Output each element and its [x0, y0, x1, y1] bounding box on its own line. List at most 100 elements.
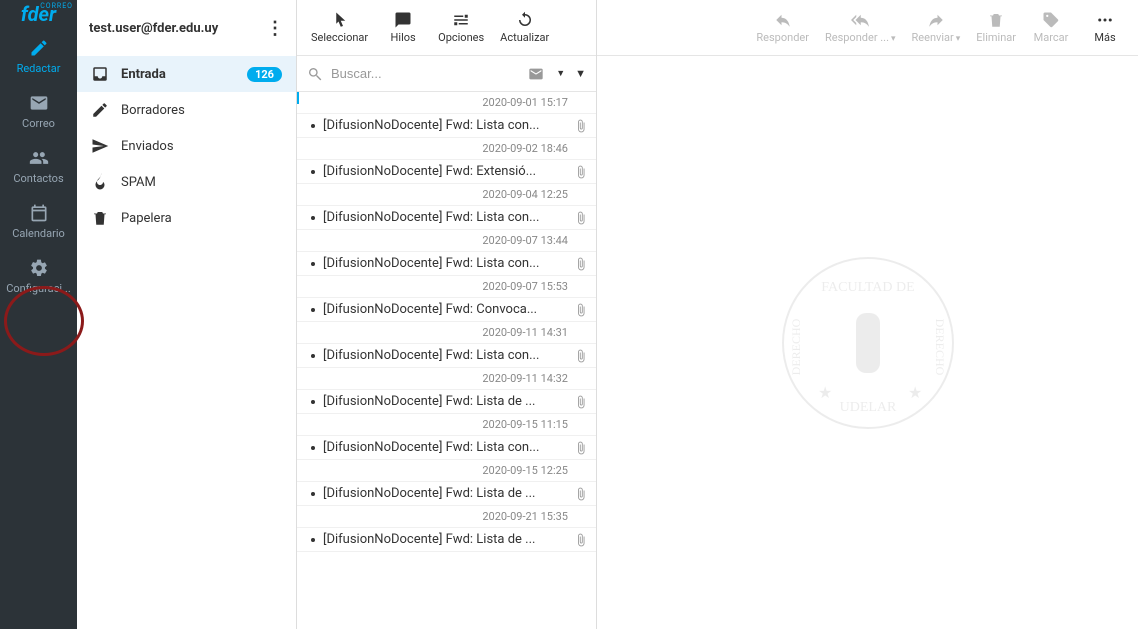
folder-trash[interactable]: Papelera: [77, 200, 296, 236]
tb-label: Responder ...: [825, 31, 889, 44]
message-row[interactable]: [DifusionNoDocente] Fwd: Convoca...: [297, 298, 596, 322]
sliders-icon: [452, 11, 470, 29]
attachment-icon: [574, 119, 588, 133]
message-row[interactable]: [DifusionNoDocente] Fwd: Lista de ...: [297, 390, 596, 414]
app-logo: fder CORREO: [0, 0, 77, 28]
folder-drafts[interactable]: Borradores: [77, 92, 296, 128]
reply-all-button[interactable]: Responder ...▾: [817, 7, 904, 48]
nav-mail[interactable]: Correo: [0, 83, 77, 138]
message-subject: [DifusionNoDocente] Fwd: Lista de ...: [323, 532, 568, 547]
attachment-icon: [574, 441, 588, 455]
message-row[interactable]: [DifusionNoDocente] Fwd: Lista con...: [297, 344, 596, 368]
mail-icon: [29, 93, 49, 113]
nav-compose[interactable]: Redactar: [0, 28, 77, 83]
mark-button[interactable]: Marcar: [1024, 7, 1078, 48]
nav-contacts[interactable]: Contactos: [0, 138, 77, 193]
folder-inbox[interactable]: Entrada 126: [77, 56, 296, 92]
unread-dot: [311, 538, 315, 542]
threads-button[interactable]: Hilos: [376, 7, 430, 48]
message-date: 2020-09-04 12:25: [297, 184, 596, 206]
svg-text:FACULTAD DE: FACULTAD DE: [821, 280, 914, 295]
fire-icon: [91, 173, 109, 191]
envelope-icon[interactable]: [528, 66, 544, 82]
folder-sent[interactable]: Enviados: [77, 128, 296, 164]
message-row[interactable]: [DifusionNoDocente] Fwd: Lista con...: [297, 252, 596, 276]
watermark-logo: FACULTAD DE UDELAR DERECHO DERECHO ★ ★: [768, 243, 968, 443]
compose-icon: [29, 38, 49, 58]
forward-icon: [927, 11, 945, 29]
reply-button[interactable]: Responder: [748, 7, 817, 48]
folders-panel: test.user@fder.edu.uy ⋮ Entrada 126 Borr…: [77, 0, 297, 629]
message-subject: [DifusionNoDocente] Fwd: Extensió...: [323, 164, 568, 179]
contacts-icon: [29, 148, 49, 168]
nav-settings[interactable]: Configuraci...: [0, 248, 77, 303]
options-button[interactable]: Opciones: [430, 7, 492, 48]
message-row[interactable]: [DifusionNoDocente] Fwd: Lista con...: [297, 206, 596, 230]
chevron-down-icon[interactable]: ▼: [556, 68, 565, 79]
folder-label: Entrada: [121, 67, 166, 82]
pencil-icon: [91, 101, 109, 119]
message-row[interactable]: [DifusionNoDocente] Fwd: Lista con...: [297, 436, 596, 460]
folder-spam[interactable]: SPAM: [77, 164, 296, 200]
folder-label: Borradores: [121, 103, 185, 118]
nav-label: Redactar: [17, 62, 61, 75]
attachment-icon: [574, 533, 588, 547]
message-row[interactable]: [DifusionNoDocente] Fwd: Lista de ...: [297, 482, 596, 506]
refresh-button[interactable]: Actualizar: [492, 7, 557, 48]
unread-dot: [311, 216, 315, 220]
nav-calendar[interactable]: Calendario: [0, 193, 77, 248]
attachment-icon: [574, 349, 588, 363]
message-date: 2020-09-15 11:15: [297, 414, 596, 436]
trash-icon: [91, 209, 109, 227]
svg-text:★: ★: [908, 383, 922, 402]
list-accent: [297, 92, 299, 104]
preview-body: FACULTAD DE UDELAR DERECHO DERECHO ★ ★: [597, 56, 1138, 629]
folder-count-badge: 126: [247, 67, 282, 82]
message-row[interactable]: [DifusionNoDocente] Fwd: Lista con...: [297, 114, 596, 138]
user-menu-button[interactable]: ⋮: [266, 18, 284, 39]
tb-label: Seleccionar: [311, 31, 368, 44]
message-date: 2020-09-07 13:44: [297, 230, 596, 252]
chevron-down-icon: ▾: [891, 34, 896, 44]
unread-dot: [311, 308, 315, 312]
nav-label: Configuraci...: [6, 282, 70, 295]
threads-icon: [394, 11, 412, 29]
message-row[interactable]: [DifusionNoDocente] Fwd: Extensió...: [297, 160, 596, 184]
search-input[interactable]: [331, 66, 528, 81]
message-subject: [DifusionNoDocente] Fwd: Convoca...: [323, 302, 568, 317]
tb-label: Eliminar: [976, 31, 1016, 44]
unread-dot: [311, 492, 315, 496]
message-list[interactable]: 2020-09-01 15:17 [DifusionNoDocente] Fwd:…: [297, 92, 596, 629]
select-button[interactable]: Seleccionar: [303, 7, 376, 48]
user-header: test.user@fder.edu.uy ⋮: [77, 0, 296, 56]
attachment-icon: [574, 257, 588, 271]
more-button[interactable]: Más: [1078, 7, 1132, 48]
message-date: 2020-09-07 15:53: [297, 276, 596, 298]
message-subject: [DifusionNoDocente] Fwd: Lista de ...: [323, 486, 568, 501]
preview-toolbar: Responder Responder ...▾ Reenviar▾ Elimi…: [597, 0, 1138, 56]
message-row[interactable]: [DifusionNoDocente] Fwd: Lista de ...: [297, 528, 596, 552]
unread-dot: [311, 400, 315, 404]
folder-list: Entrada 126 Borradores Enviados SPAM Pap…: [77, 56, 296, 629]
folder-label: Enviados: [121, 139, 174, 154]
tag-icon: [1042, 11, 1060, 29]
nav-label: Contactos: [13, 172, 63, 185]
attachment-icon: [574, 395, 588, 409]
attachment-icon: [574, 165, 588, 179]
svg-text:★: ★: [818, 383, 832, 402]
delete-button[interactable]: Eliminar: [968, 7, 1024, 48]
tb-label: Actualizar: [500, 31, 549, 44]
message-date: 2020-09-15 12:25: [297, 460, 596, 482]
forward-button[interactable]: Reenviar▾: [904, 7, 969, 48]
message-date: 2020-09-01 15:17: [297, 92, 596, 114]
message-date: 2020-09-11 14:32: [297, 368, 596, 390]
svg-text:UDELAR: UDELAR: [839, 400, 896, 415]
message-subject: [DifusionNoDocente] Fwd: Lista con...: [323, 256, 568, 271]
message-subject: [DifusionNoDocente] Fwd: Lista con...: [323, 118, 568, 133]
folder-label: SPAM: [121, 175, 156, 190]
message-subject: [DifusionNoDocente] Fwd: Lista con...: [323, 440, 568, 455]
chevron-down-icon[interactable]: ▼: [575, 67, 586, 80]
unread-dot: [311, 124, 315, 128]
chevron-down-icon: ▾: [956, 34, 961, 44]
attachment-icon: [574, 303, 588, 317]
